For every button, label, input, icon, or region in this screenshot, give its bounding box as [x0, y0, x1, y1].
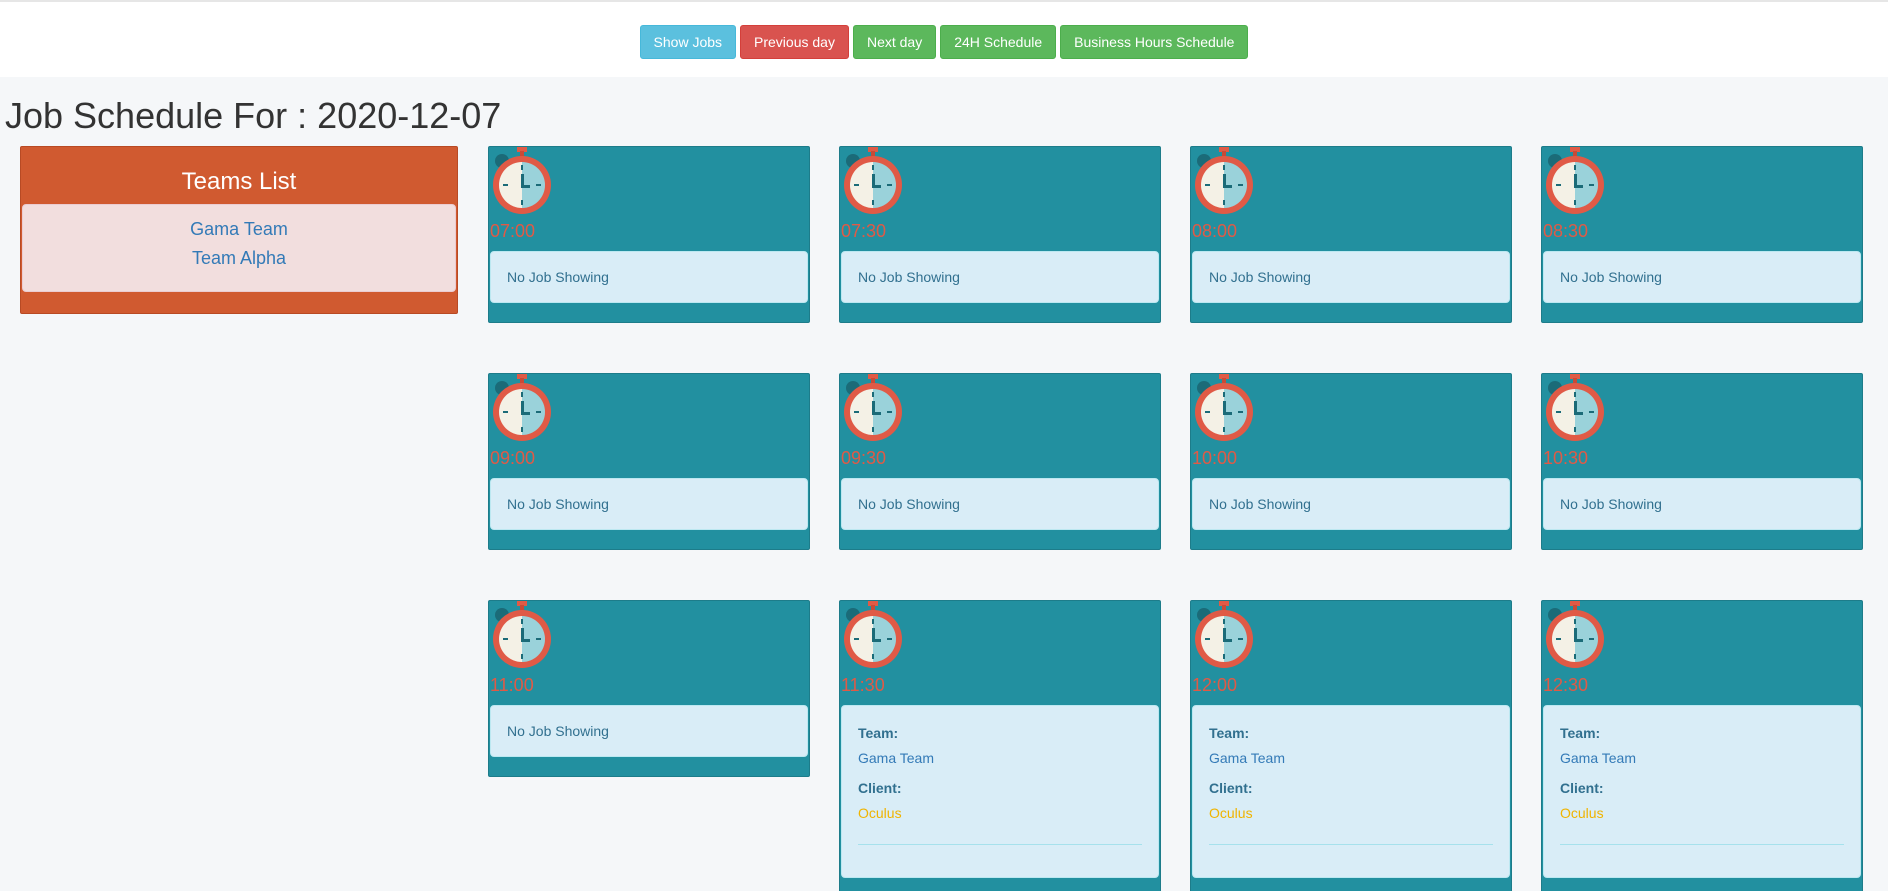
stopwatch-icon: [491, 147, 553, 215]
job-client-label: Client:: [858, 780, 902, 796]
job-card: Team: Gama Team Client: Oculus: [841, 705, 1159, 878]
stopwatch-icon: [491, 374, 553, 442]
slot-time: 10:00: [1192, 448, 1238, 468]
job-card: Team: Gama Team Client: Oculus: [1543, 705, 1861, 878]
stopwatch-icon: [1193, 147, 1255, 215]
teams-title: Teams List: [181, 168, 297, 195]
no-job-message: No Job Showing: [841, 478, 1159, 530]
stopwatch-icon: [1193, 374, 1255, 442]
slot-time: 08:30: [1543, 221, 1589, 241]
time-slot: 09:30 No Job Showing: [839, 373, 1161, 550]
top-toolbar: Show Jobs Previous day Next day 24H Sche…: [0, 0, 1888, 77]
stopwatch-icon: [1193, 601, 1255, 669]
slot-time: 12:00: [1192, 675, 1238, 695]
slot-time: 09:00: [490, 448, 536, 468]
time-slot: 08:30 No Job Showing: [1541, 146, 1863, 323]
no-job-message: No Job Showing: [490, 478, 808, 530]
show-jobs-button[interactable]: Show Jobs: [639, 25, 737, 59]
time-slot: 10:00 No Job Showing: [1190, 373, 1512, 550]
job-divider: [858, 844, 1142, 845]
job-card: Team: Gama Team Client: Oculus: [1192, 705, 1510, 878]
no-job-message: No Job Showing: [1543, 478, 1861, 530]
time-slot: 09:00 No Job Showing: [488, 373, 810, 550]
job-client-value: Oculus: [1560, 805, 1604, 821]
stopwatch-icon: [491, 601, 553, 669]
schedule-24h-button[interactable]: 24H Schedule: [940, 25, 1057, 59]
slot-time: 08:00: [1192, 221, 1238, 241]
no-job-message: No Job Showing: [490, 251, 808, 303]
slot-time: 12:30: [1543, 675, 1589, 695]
slot-time: 07:00: [490, 221, 536, 241]
stopwatch-icon: [1544, 374, 1606, 442]
teams-list: Gama Team Team Alpha: [22, 204, 456, 292]
team-link-gama-team[interactable]: Gama Team: [23, 215, 455, 244]
slot-time: 07:30: [841, 221, 887, 241]
no-job-message: No Job Showing: [1543, 251, 1861, 303]
job-team-link[interactable]: Gama Team: [1560, 749, 1844, 767]
business-hours-button[interactable]: Business Hours Schedule: [1060, 25, 1249, 59]
job-client-value: Oculus: [858, 805, 902, 821]
job-team-label: Team:: [1560, 725, 1601, 741]
stopwatch-icon: [842, 374, 904, 442]
previous-day-button[interactable]: Previous day: [740, 25, 849, 59]
no-job-message: No Job Showing: [1192, 251, 1510, 303]
stopwatch-icon: [842, 147, 904, 215]
job-team-label: Team:: [858, 725, 899, 741]
job-team-link[interactable]: Gama Team: [858, 749, 1142, 767]
job-client-label: Client:: [1560, 780, 1604, 796]
no-job-message: No Job Showing: [841, 251, 1159, 303]
stopwatch-icon: [1544, 147, 1606, 215]
page-title: Job Schedule For : 2020-12-07: [5, 95, 502, 136]
job-client-value: Oculus: [1209, 805, 1253, 821]
teams-panel: Teams List Gama Team Team Alpha: [20, 146, 458, 314]
stopwatch-icon: [1544, 601, 1606, 669]
slot-time: 11:00: [490, 675, 534, 695]
job-team-label: Team:: [1209, 725, 1250, 741]
next-day-button[interactable]: Next day: [852, 25, 937, 59]
time-slot: 07:00 No Job Showing: [488, 146, 810, 323]
job-divider: [1209, 844, 1493, 845]
no-job-message: No Job Showing: [490, 705, 808, 757]
time-slot: 10:30 No Job Showing: [1541, 373, 1863, 550]
slot-time: 10:30: [1543, 448, 1589, 468]
time-slot: 11:30 Team: Gama Team Client: Oculus: [839, 600, 1161, 891]
time-slot: 07:30 No Job Showing: [839, 146, 1161, 323]
slot-time: 09:30: [841, 448, 887, 468]
time-slot: 11:00 No Job Showing: [488, 600, 810, 777]
team-link-team-alpha[interactable]: Team Alpha: [23, 244, 455, 273]
toolbar-buttons: Show Jobs Previous day Next day 24H Sche…: [0, 25, 1888, 59]
time-slot: 12:30 Team: Gama Team Client: Oculus: [1541, 600, 1863, 891]
job-team-link[interactable]: Gama Team: [1209, 749, 1493, 767]
stopwatch-icon: [842, 601, 904, 669]
time-slot: 08:00 No Job Showing: [1190, 146, 1512, 323]
job-divider: [1560, 844, 1844, 845]
time-slot: 12:00 Team: Gama Team Client: Oculus: [1190, 600, 1512, 891]
no-job-message: No Job Showing: [1192, 478, 1510, 530]
slot-time: 11:30: [841, 675, 885, 695]
job-client-label: Client:: [1209, 780, 1253, 796]
